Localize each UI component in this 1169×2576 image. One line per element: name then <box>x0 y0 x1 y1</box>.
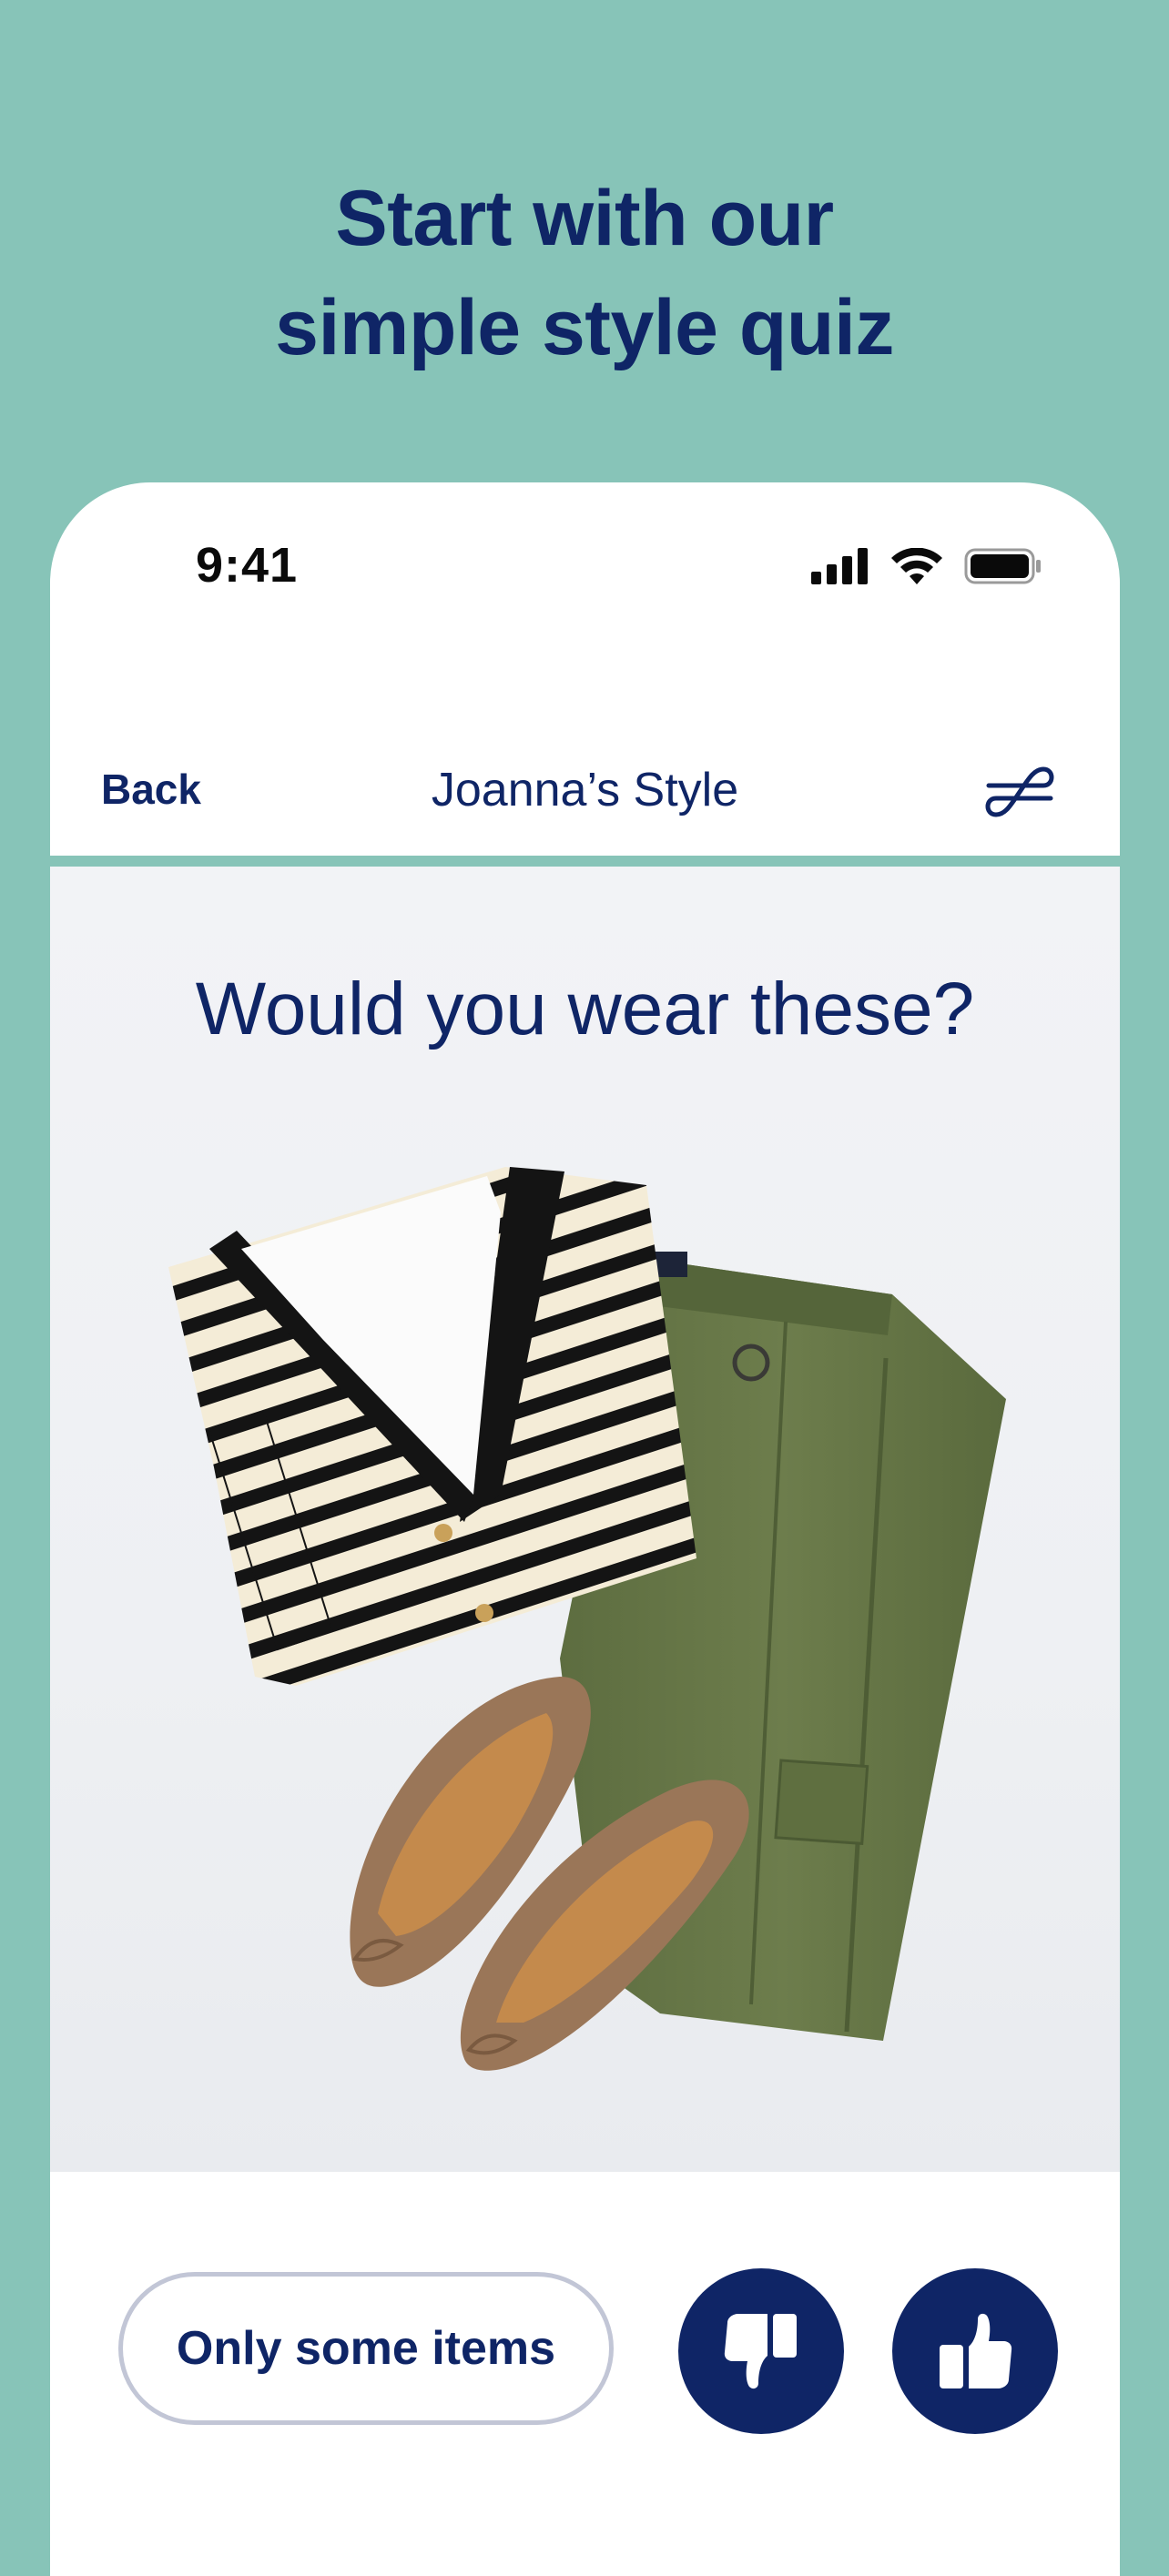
cardigan-button <box>475 1604 493 1622</box>
only-some-items-button[interactable]: Only some items <box>118 2272 614 2425</box>
outfit-illustration <box>168 1167 1006 2071</box>
status-bar: 9:41 <box>50 482 1120 646</box>
cardigan-button <box>434 1524 452 1542</box>
status-icons <box>811 548 1042 584</box>
phone-screen: 9:41 Back Joanna’s Style Would you wear … <box>50 482 1120 2576</box>
quiz-actions: Only some items <box>50 2172 1120 2576</box>
wifi-icon <box>891 548 942 584</box>
style-filter-icon <box>985 766 1054 817</box>
nav-bar: Back Joanna’s Style <box>50 710 1120 874</box>
style-filter-button[interactable] <box>983 756 1056 828</box>
quiz-question: Would you wear these? <box>195 968 975 1050</box>
signal-icon <box>811 548 868 584</box>
promo-headline: Start with our simple style quiz <box>0 164 1169 382</box>
nav-title: Joanna’s Style <box>431 764 739 816</box>
thumbs-up-icon <box>940 2313 1012 2388</box>
thumbs-down-icon <box>724 2314 797 2389</box>
dislike-button[interactable] <box>678 2268 844 2434</box>
status-time: 9:41 <box>196 538 299 593</box>
promo-headline-line1: Start with our <box>335 175 834 262</box>
back-button[interactable]: Back <box>101 765 201 814</box>
outfit-photo: Would you wear these? <box>50 867 1120 2172</box>
divider <box>50 856 1120 867</box>
battery-icon <box>964 548 1041 584</box>
like-button[interactable] <box>892 2268 1058 2434</box>
promo-headline-line2: simple style quiz <box>275 284 894 371</box>
